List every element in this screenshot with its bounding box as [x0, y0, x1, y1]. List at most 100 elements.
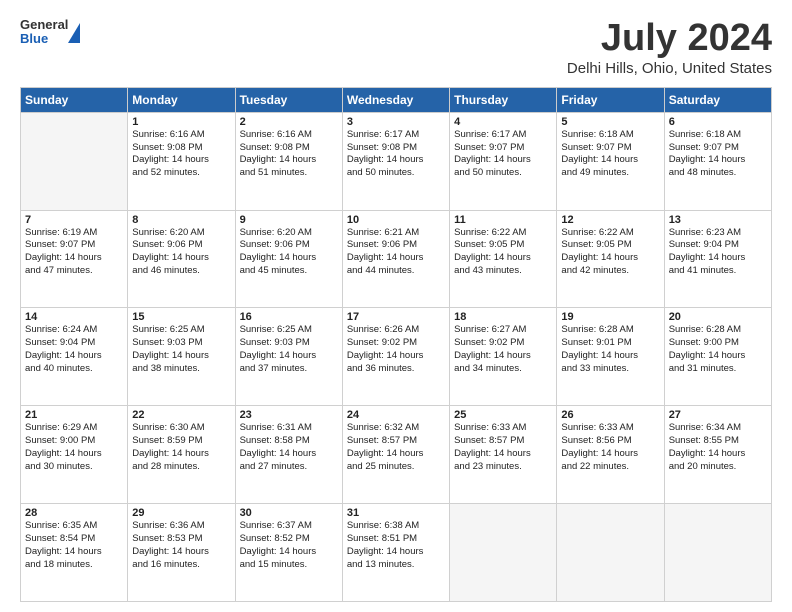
day-number: 26: [561, 409, 659, 421]
day-number: 28: [25, 507, 123, 519]
day-info: Sunrise: 6:32 AM Sunset: 8:57 PM Dayligh…: [347, 422, 445, 473]
calendar-cell: 31Sunrise: 6:38 AM Sunset: 8:51 PM Dayli…: [342, 504, 449, 602]
day-info: Sunrise: 6:28 AM Sunset: 9:01 PM Dayligh…: [561, 324, 659, 375]
calendar-header-wednesday: Wednesday: [342, 87, 449, 112]
calendar-cell: 13Sunrise: 6:23 AM Sunset: 9:04 PM Dayli…: [664, 210, 771, 308]
calendar-cell: 7Sunrise: 6:19 AM Sunset: 9:07 PM Daylig…: [21, 210, 128, 308]
day-info: Sunrise: 6:27 AM Sunset: 9:02 PM Dayligh…: [454, 324, 552, 375]
day-info: Sunrise: 6:22 AM Sunset: 9:05 PM Dayligh…: [561, 227, 659, 278]
calendar-cell: 28Sunrise: 6:35 AM Sunset: 8:54 PM Dayli…: [21, 504, 128, 602]
logo-blue: Blue: [20, 32, 68, 46]
day-info: Sunrise: 6:28 AM Sunset: 9:00 PM Dayligh…: [669, 324, 767, 375]
main-title: July 2024: [567, 18, 772, 60]
calendar-cell: [21, 112, 128, 210]
calendar-cell: 4Sunrise: 6:17 AM Sunset: 9:07 PM Daylig…: [450, 112, 557, 210]
day-info: Sunrise: 6:29 AM Sunset: 9:00 PM Dayligh…: [25, 422, 123, 473]
calendar-cell: 18Sunrise: 6:27 AM Sunset: 9:02 PM Dayli…: [450, 308, 557, 406]
logo-general: General: [20, 18, 68, 32]
calendar-cell: 16Sunrise: 6:25 AM Sunset: 9:03 PM Dayli…: [235, 308, 342, 406]
day-info: Sunrise: 6:38 AM Sunset: 8:51 PM Dayligh…: [347, 520, 445, 571]
calendar-cell: 15Sunrise: 6:25 AM Sunset: 9:03 PM Dayli…: [128, 308, 235, 406]
day-number: 27: [669, 409, 767, 421]
day-number: 11: [454, 214, 552, 226]
calendar-cell: [450, 504, 557, 602]
calendar-cell: 19Sunrise: 6:28 AM Sunset: 9:01 PM Dayli…: [557, 308, 664, 406]
calendar-cell: [664, 504, 771, 602]
day-number: 19: [561, 311, 659, 323]
calendar-cell: 22Sunrise: 6:30 AM Sunset: 8:59 PM Dayli…: [128, 406, 235, 504]
calendar-week-3: 14Sunrise: 6:24 AM Sunset: 9:04 PM Dayli…: [21, 308, 772, 406]
calendar-header-sunday: Sunday: [21, 87, 128, 112]
day-number: 30: [240, 507, 338, 519]
calendar-cell: [557, 504, 664, 602]
calendar-cell: 2Sunrise: 6:16 AM Sunset: 9:08 PM Daylig…: [235, 112, 342, 210]
calendar-header-friday: Friday: [557, 87, 664, 112]
calendar-table: SundayMondayTuesdayWednesdayThursdayFrid…: [20, 87, 772, 602]
day-info: Sunrise: 6:35 AM Sunset: 8:54 PM Dayligh…: [25, 520, 123, 571]
day-number: 13: [669, 214, 767, 226]
calendar-cell: 29Sunrise: 6:36 AM Sunset: 8:53 PM Dayli…: [128, 504, 235, 602]
day-info: Sunrise: 6:21 AM Sunset: 9:06 PM Dayligh…: [347, 227, 445, 278]
calendar-week-4: 21Sunrise: 6:29 AM Sunset: 9:00 PM Dayli…: [21, 406, 772, 504]
calendar-cell: 1Sunrise: 6:16 AM Sunset: 9:08 PM Daylig…: [128, 112, 235, 210]
day-number: 18: [454, 311, 552, 323]
calendar-cell: 25Sunrise: 6:33 AM Sunset: 8:57 PM Dayli…: [450, 406, 557, 504]
calendar-cell: 6Sunrise: 6:18 AM Sunset: 9:07 PM Daylig…: [664, 112, 771, 210]
day-number: 1: [132, 116, 230, 128]
day-number: 5: [561, 116, 659, 128]
day-info: Sunrise: 6:25 AM Sunset: 9:03 PM Dayligh…: [240, 324, 338, 375]
day-number: 17: [347, 311, 445, 323]
day-number: 24: [347, 409, 445, 421]
day-number: 8: [132, 214, 230, 226]
day-number: 23: [240, 409, 338, 421]
calendar-cell: 20Sunrise: 6:28 AM Sunset: 9:00 PM Dayli…: [664, 308, 771, 406]
day-info: Sunrise: 6:17 AM Sunset: 9:08 PM Dayligh…: [347, 129, 445, 180]
calendar-cell: 17Sunrise: 6:26 AM Sunset: 9:02 PM Dayli…: [342, 308, 449, 406]
calendar-week-5: 28Sunrise: 6:35 AM Sunset: 8:54 PM Dayli…: [21, 504, 772, 602]
day-number: 2: [240, 116, 338, 128]
calendar-header-thursday: Thursday: [450, 87, 557, 112]
subtitle: Delhi Hills, Ohio, United States: [567, 60, 772, 77]
day-info: Sunrise: 6:25 AM Sunset: 9:03 PM Dayligh…: [132, 324, 230, 375]
day-number: 25: [454, 409, 552, 421]
day-number: 10: [347, 214, 445, 226]
calendar-cell: 14Sunrise: 6:24 AM Sunset: 9:04 PM Dayli…: [21, 308, 128, 406]
calendar-header-tuesday: Tuesday: [235, 87, 342, 112]
calendar-week-1: 1 Sunrise: 6:16 AM Sunset: 9:08 PM Daylig…: [21, 112, 772, 210]
day-info: Sunrise: 6:18 AM Sunset: 9:07 PM Dayligh…: [669, 129, 767, 180]
day-number: 20: [669, 311, 767, 323]
day-info: Sunrise: 6:36 AM Sunset: 8:53 PM Dayligh…: [132, 520, 230, 571]
calendar-cell: 3Sunrise: 6:17 AM Sunset: 9:08 PM Daylig…: [342, 112, 449, 210]
calendar-cell: 26Sunrise: 6:33 AM Sunset: 8:56 PM Dayli…: [557, 406, 664, 504]
calendar-cell: 30Sunrise: 6:37 AM Sunset: 8:52 PM Dayli…: [235, 504, 342, 602]
calendar-cell: 27Sunrise: 6:34 AM Sunset: 8:55 PM Dayli…: [664, 406, 771, 504]
day-info: Sunrise: 6:31 AM Sunset: 8:58 PM Dayligh…: [240, 422, 338, 473]
logo: General Blue: [20, 18, 80, 47]
day-info: Sunrise: 6:16 AM Sunset: 9:08 PM Dayligh…: [240, 129, 338, 180]
day-number: 31: [347, 507, 445, 519]
calendar-cell: 12Sunrise: 6:22 AM Sunset: 9:05 PM Dayli…: [557, 210, 664, 308]
calendar-cell: 8Sunrise: 6:20 AM Sunset: 9:06 PM Daylig…: [128, 210, 235, 308]
day-number: 12: [561, 214, 659, 226]
day-info: Sunrise: 6:33 AM Sunset: 8:56 PM Dayligh…: [561, 422, 659, 473]
day-number: 4: [454, 116, 552, 128]
day-number: 3: [347, 116, 445, 128]
calendar-cell: 9Sunrise: 6:20 AM Sunset: 9:06 PM Daylig…: [235, 210, 342, 308]
calendar-cell: 24Sunrise: 6:32 AM Sunset: 8:57 PM Dayli…: [342, 406, 449, 504]
day-number: 29: [132, 507, 230, 519]
day-number: 22: [132, 409, 230, 421]
calendar-header-saturday: Saturday: [664, 87, 771, 112]
day-info: Sunrise: 6:20 AM Sunset: 9:06 PM Dayligh…: [132, 227, 230, 278]
day-info: Sunrise: 6:20 AM Sunset: 9:06 PM Dayligh…: [240, 227, 338, 278]
day-info: Sunrise: 6:24 AM Sunset: 9:04 PM Dayligh…: [25, 324, 123, 375]
page: General Blue July 2024 Delhi Hills, Ohio…: [0, 0, 792, 612]
day-info: Sunrise: 6:19 AM Sunset: 9:07 PM Dayligh…: [25, 227, 123, 278]
logo-arrow-icon: [68, 23, 80, 43]
day-number: 14: [25, 311, 123, 323]
day-number: 7: [25, 214, 123, 226]
day-info: Sunrise: 6:22 AM Sunset: 9:05 PM Dayligh…: [454, 227, 552, 278]
calendar-cell: 21Sunrise: 6:29 AM Sunset: 9:00 PM Dayli…: [21, 406, 128, 504]
day-info: Sunrise: 6:26 AM Sunset: 9:02 PM Dayligh…: [347, 324, 445, 375]
day-number: 15: [132, 311, 230, 323]
day-info: Sunrise: 6:30 AM Sunset: 8:59 PM Dayligh…: [132, 422, 230, 473]
